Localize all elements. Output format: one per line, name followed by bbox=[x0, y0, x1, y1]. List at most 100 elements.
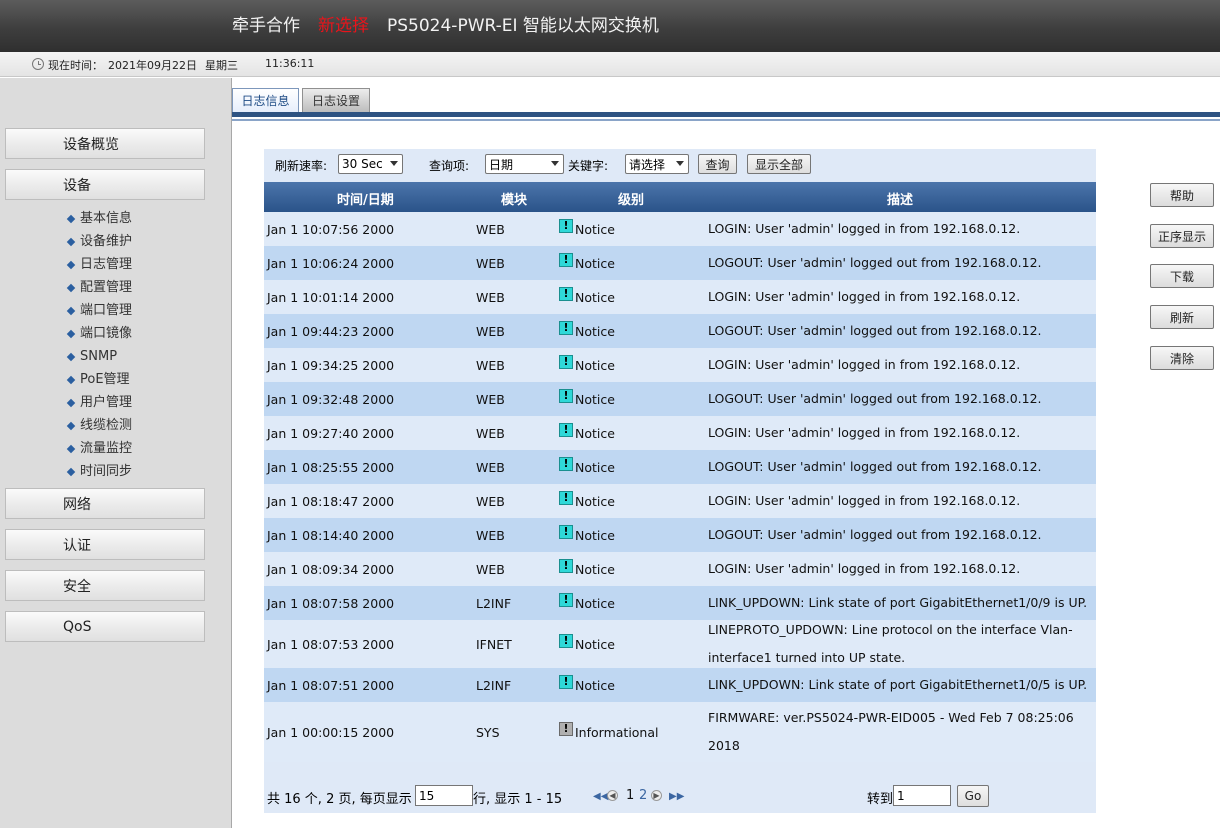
table-row: Jan 1 09:44:23 2000 WEB ! Notice LOGOUT: Use… bbox=[264, 314, 1096, 348]
bullet-icon bbox=[66, 444, 76, 453]
first-page-icon[interactable]: ◀◀ bbox=[593, 791, 608, 802]
chevron-down-icon bbox=[551, 161, 559, 166]
notice-level-icon: ! bbox=[559, 491, 573, 505]
time-label: 现在时间： bbox=[48, 59, 103, 72]
bullet-icon bbox=[66, 260, 76, 269]
sidebar-item-traffic-monitor[interactable]: 流量监控 bbox=[66, 437, 132, 460]
col-module: 模块 bbox=[501, 193, 528, 208]
page-number-1[interactable]: 1 bbox=[626, 788, 634, 803]
brand-slogan-1: 牵手合作 bbox=[232, 16, 300, 36]
brand-title: 牵手合作 新选择 PS5024-PWR-EI 智能以太网交换机 bbox=[232, 11, 659, 36]
log-module: WEB bbox=[476, 561, 505, 577]
log-description: LOGOUT: User 'admin' logged out from 192… bbox=[708, 391, 1042, 406]
col-time: 时间/日期 bbox=[337, 193, 394, 208]
sidebar-item-config-management[interactable]: 配置管理 bbox=[66, 276, 132, 299]
download-button[interactable]: 下载 bbox=[1150, 264, 1214, 288]
sidebar-item-poe-management[interactable]: PoE管理 bbox=[66, 368, 132, 391]
table-row: Jan 1 08:09:34 2000 WEB ! Notice LOGIN: User… bbox=[264, 552, 1096, 586]
log-module: WEB bbox=[476, 391, 505, 407]
table-body: Jan 1 10:07:56 2000 WEB ! Notice LOGIN: User… bbox=[264, 212, 1096, 762]
refresh-rate-select[interactable]: 30 Sec bbox=[338, 154, 403, 174]
table-row: Jan 1 08:07:58 2000 L2INF ! Notice LINK_UPDO… bbox=[264, 586, 1096, 620]
log-description: LOGIN: User 'admin' logged in from 192.1… bbox=[708, 221, 1021, 236]
query-item-select[interactable]: 日期 bbox=[485, 154, 564, 174]
log-module: WEB bbox=[476, 493, 505, 509]
filter-bar: 刷新速率: 30 Sec 查询项: 日期 关键字: 请选择 查询 显示全部 bbox=[264, 150, 1096, 180]
nav-device[interactable]: 设备 bbox=[5, 169, 205, 200]
next-page-icon[interactable]: ▶ bbox=[651, 790, 662, 801]
bullet-icon bbox=[66, 329, 76, 338]
log-module: WEB bbox=[476, 357, 505, 373]
table-row: Jan 1 09:34:25 2000 WEB ! Notice LOGIN: User… bbox=[264, 348, 1096, 382]
sidebar-item-port-management[interactable]: 端口管理 bbox=[66, 299, 132, 322]
log-description: LOGIN: User 'admin' logged in from 192.1… bbox=[708, 561, 1021, 576]
log-description: LOGIN: User 'admin' logged in from 192.1… bbox=[708, 357, 1021, 372]
last-page-icon[interactable]: ▶▶ bbox=[669, 791, 684, 802]
nav-authentication[interactable]: 认证 bbox=[5, 529, 205, 560]
prev-page-icon[interactable]: ◀ bbox=[607, 790, 618, 801]
go-button[interactable]: Go bbox=[957, 785, 989, 807]
log-level: ! Notice bbox=[559, 280, 615, 314]
query-button[interactable]: 查询 bbox=[698, 154, 737, 174]
log-description: LOGIN: User 'admin' logged in from 192.1… bbox=[708, 425, 1021, 440]
query-item-label: 查询项: bbox=[429, 159, 470, 173]
log-module: WEB bbox=[476, 527, 505, 543]
log-time: Jan 1 08:07:58 2000 bbox=[267, 595, 395, 611]
sidebar-item-user-management[interactable]: 用户管理 bbox=[66, 391, 132, 414]
log-time: Jan 1 08:18:47 2000 bbox=[267, 493, 395, 509]
notice-level-icon: ! bbox=[559, 253, 573, 267]
nav-security[interactable]: 安全 bbox=[5, 570, 205, 601]
sidebar-item-device-maintenance[interactable]: 设备维护 bbox=[66, 230, 132, 253]
bullet-icon bbox=[66, 398, 76, 407]
log-time: Jan 1 10:06:24 2000 bbox=[267, 255, 395, 271]
notice-level-icon: ! bbox=[559, 321, 573, 335]
clear-button[interactable]: 清除 bbox=[1150, 346, 1214, 370]
nav-device-overview[interactable]: 设备概览 bbox=[5, 128, 205, 159]
log-level: ! Notice bbox=[559, 484, 615, 518]
log-time: Jan 1 09:32:48 2000 bbox=[267, 391, 395, 407]
log-module: WEB bbox=[476, 425, 505, 441]
log-time: Jan 1 08:14:40 2000 bbox=[267, 527, 395, 543]
sidebar-item-basic-info[interactable]: 基本信息 bbox=[66, 207, 132, 230]
sidebar-item-log-management[interactable]: 日志管理 bbox=[66, 253, 132, 276]
keyword-select[interactable]: 请选择 bbox=[625, 154, 689, 174]
log-time: Jan 1 08:09:34 2000 bbox=[267, 561, 395, 577]
bullet-icon bbox=[66, 467, 76, 476]
notice-level-icon: ! bbox=[559, 219, 573, 233]
sidebar-item-time-sync[interactable]: 时间同步 bbox=[66, 460, 132, 483]
log-description: LOGOUT: User 'admin' logged out from 192… bbox=[708, 255, 1042, 270]
log-module: WEB bbox=[476, 255, 505, 271]
log-level: ! Notice bbox=[559, 212, 615, 246]
log-time: Jan 1 08:25:55 2000 bbox=[267, 459, 395, 475]
table-row: Jan 1 10:07:56 2000 WEB ! Notice LOGIN: User… bbox=[264, 212, 1096, 246]
log-time: Jan 1 09:27:40 2000 bbox=[267, 425, 395, 441]
bullet-icon bbox=[66, 283, 76, 292]
product-name: PS5024-PWR-EI 智能以太网交换机 bbox=[387, 16, 659, 36]
page-number-2[interactable]: 2 bbox=[639, 788, 647, 803]
tab-log-settings[interactable]: 日志设置 bbox=[302, 88, 370, 112]
log-description: LOGIN: User 'admin' logged in from 192.1… bbox=[708, 289, 1021, 304]
ascending-order-button[interactable]: 正序显示 bbox=[1150, 224, 1214, 248]
sidebar-item-port-mirroring[interactable]: 端口镜像 bbox=[66, 322, 132, 345]
current-time: 11:36:11 bbox=[265, 57, 315, 70]
goto-page-input[interactable]: 1 bbox=[893, 785, 951, 806]
top-header: 牵手合作 新选择 PS5024-PWR-EI 智能以太网交换机 bbox=[0, 0, 1220, 52]
log-description: LINK_UPDOWN: Link state of port GigabitE… bbox=[708, 595, 1088, 610]
bullet-icon bbox=[66, 306, 76, 315]
sidebar-item-cable-test[interactable]: 线缆检测 bbox=[66, 414, 132, 437]
sidebar-item-snmp[interactable]: SNMP bbox=[66, 345, 132, 368]
log-description: LINEPROTO_UPDOWN: Line protocol on the i… bbox=[708, 622, 1073, 665]
refresh-button[interactable]: 刷新 bbox=[1150, 305, 1214, 329]
help-button[interactable]: 帮助 bbox=[1150, 183, 1214, 207]
show-all-button[interactable]: 显示全部 bbox=[747, 154, 811, 174]
tab-log-info[interactable]: 日志信息 bbox=[232, 88, 299, 112]
bullet-icon bbox=[66, 352, 76, 361]
log-level: ! Notice bbox=[559, 620, 615, 668]
nav-network[interactable]: 网络 bbox=[5, 488, 205, 519]
log-description: LOGOUT: User 'admin' logged out from 192… bbox=[708, 527, 1042, 542]
refresh-rate-label: 刷新速率: bbox=[275, 159, 328, 173]
table-row: Jan 1 08:25:55 2000 WEB ! Notice LOGOUT: Use… bbox=[264, 450, 1096, 484]
nav-qos[interactable]: QoS bbox=[5, 611, 205, 642]
per-page-input[interactable]: 15 bbox=[415, 785, 473, 806]
table-header: 时间/日期 模块 级别 描述 bbox=[264, 182, 1096, 212]
